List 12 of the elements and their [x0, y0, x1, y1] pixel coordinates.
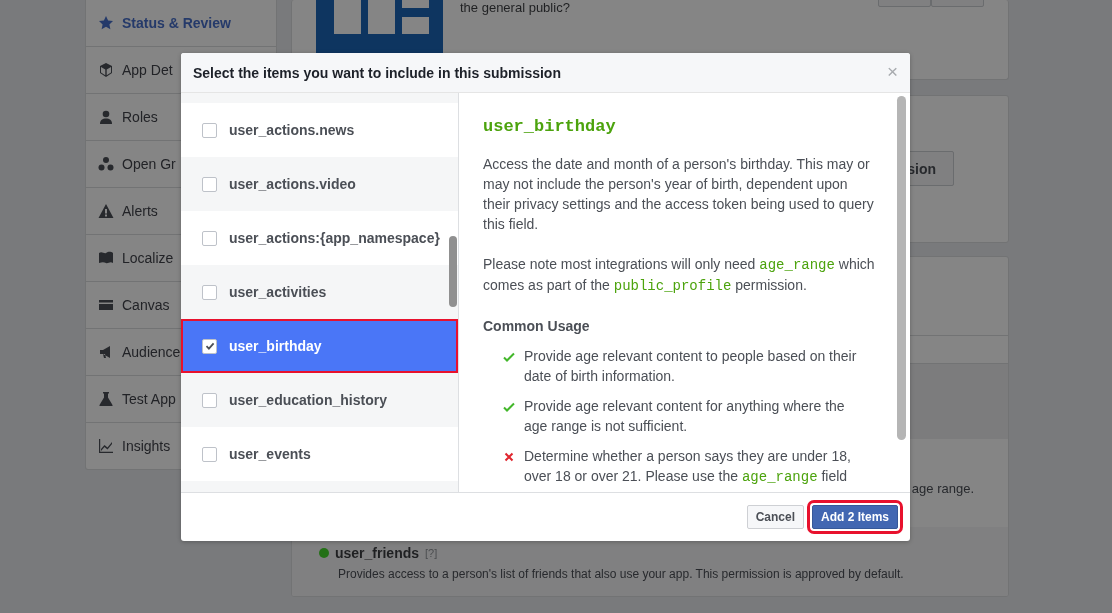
dialog-title: Select the items you want to include in this submission — [193, 64, 561, 81]
description-text: Access the date and month of a person's birthday. This may or may not include the person's year of birth, dependent upon their privacy settings and the access token being used to query this field. — [483, 155, 875, 234]
section-heading: Common Usage — [483, 317, 591, 336]
usage-text: Provide age relevant content for anything where the age range is not sufficient. — [524, 397, 846, 436]
description-text: age range. — [911, 480, 974, 496]
description-text: Please note most integrations will only need age_range which comes as part of the public_profile permission. — [483, 255, 875, 296]
permission-title: user_birthday — [483, 117, 617, 136]
usage-text: Determine whether a person says they are under 18, over 18 or over 21. Please use the age_range field — [524, 447, 852, 487]
permission-name: user_friends — [335, 545, 420, 561]
permission-description: Provides access to a person's list of friends that also use your app. This permission is approved by default. — [338, 567, 905, 581]
question-text: the general public? — [460, 0, 570, 15]
usage-text: Provide age relevant content to people based on their date of birth information. — [524, 347, 858, 386]
